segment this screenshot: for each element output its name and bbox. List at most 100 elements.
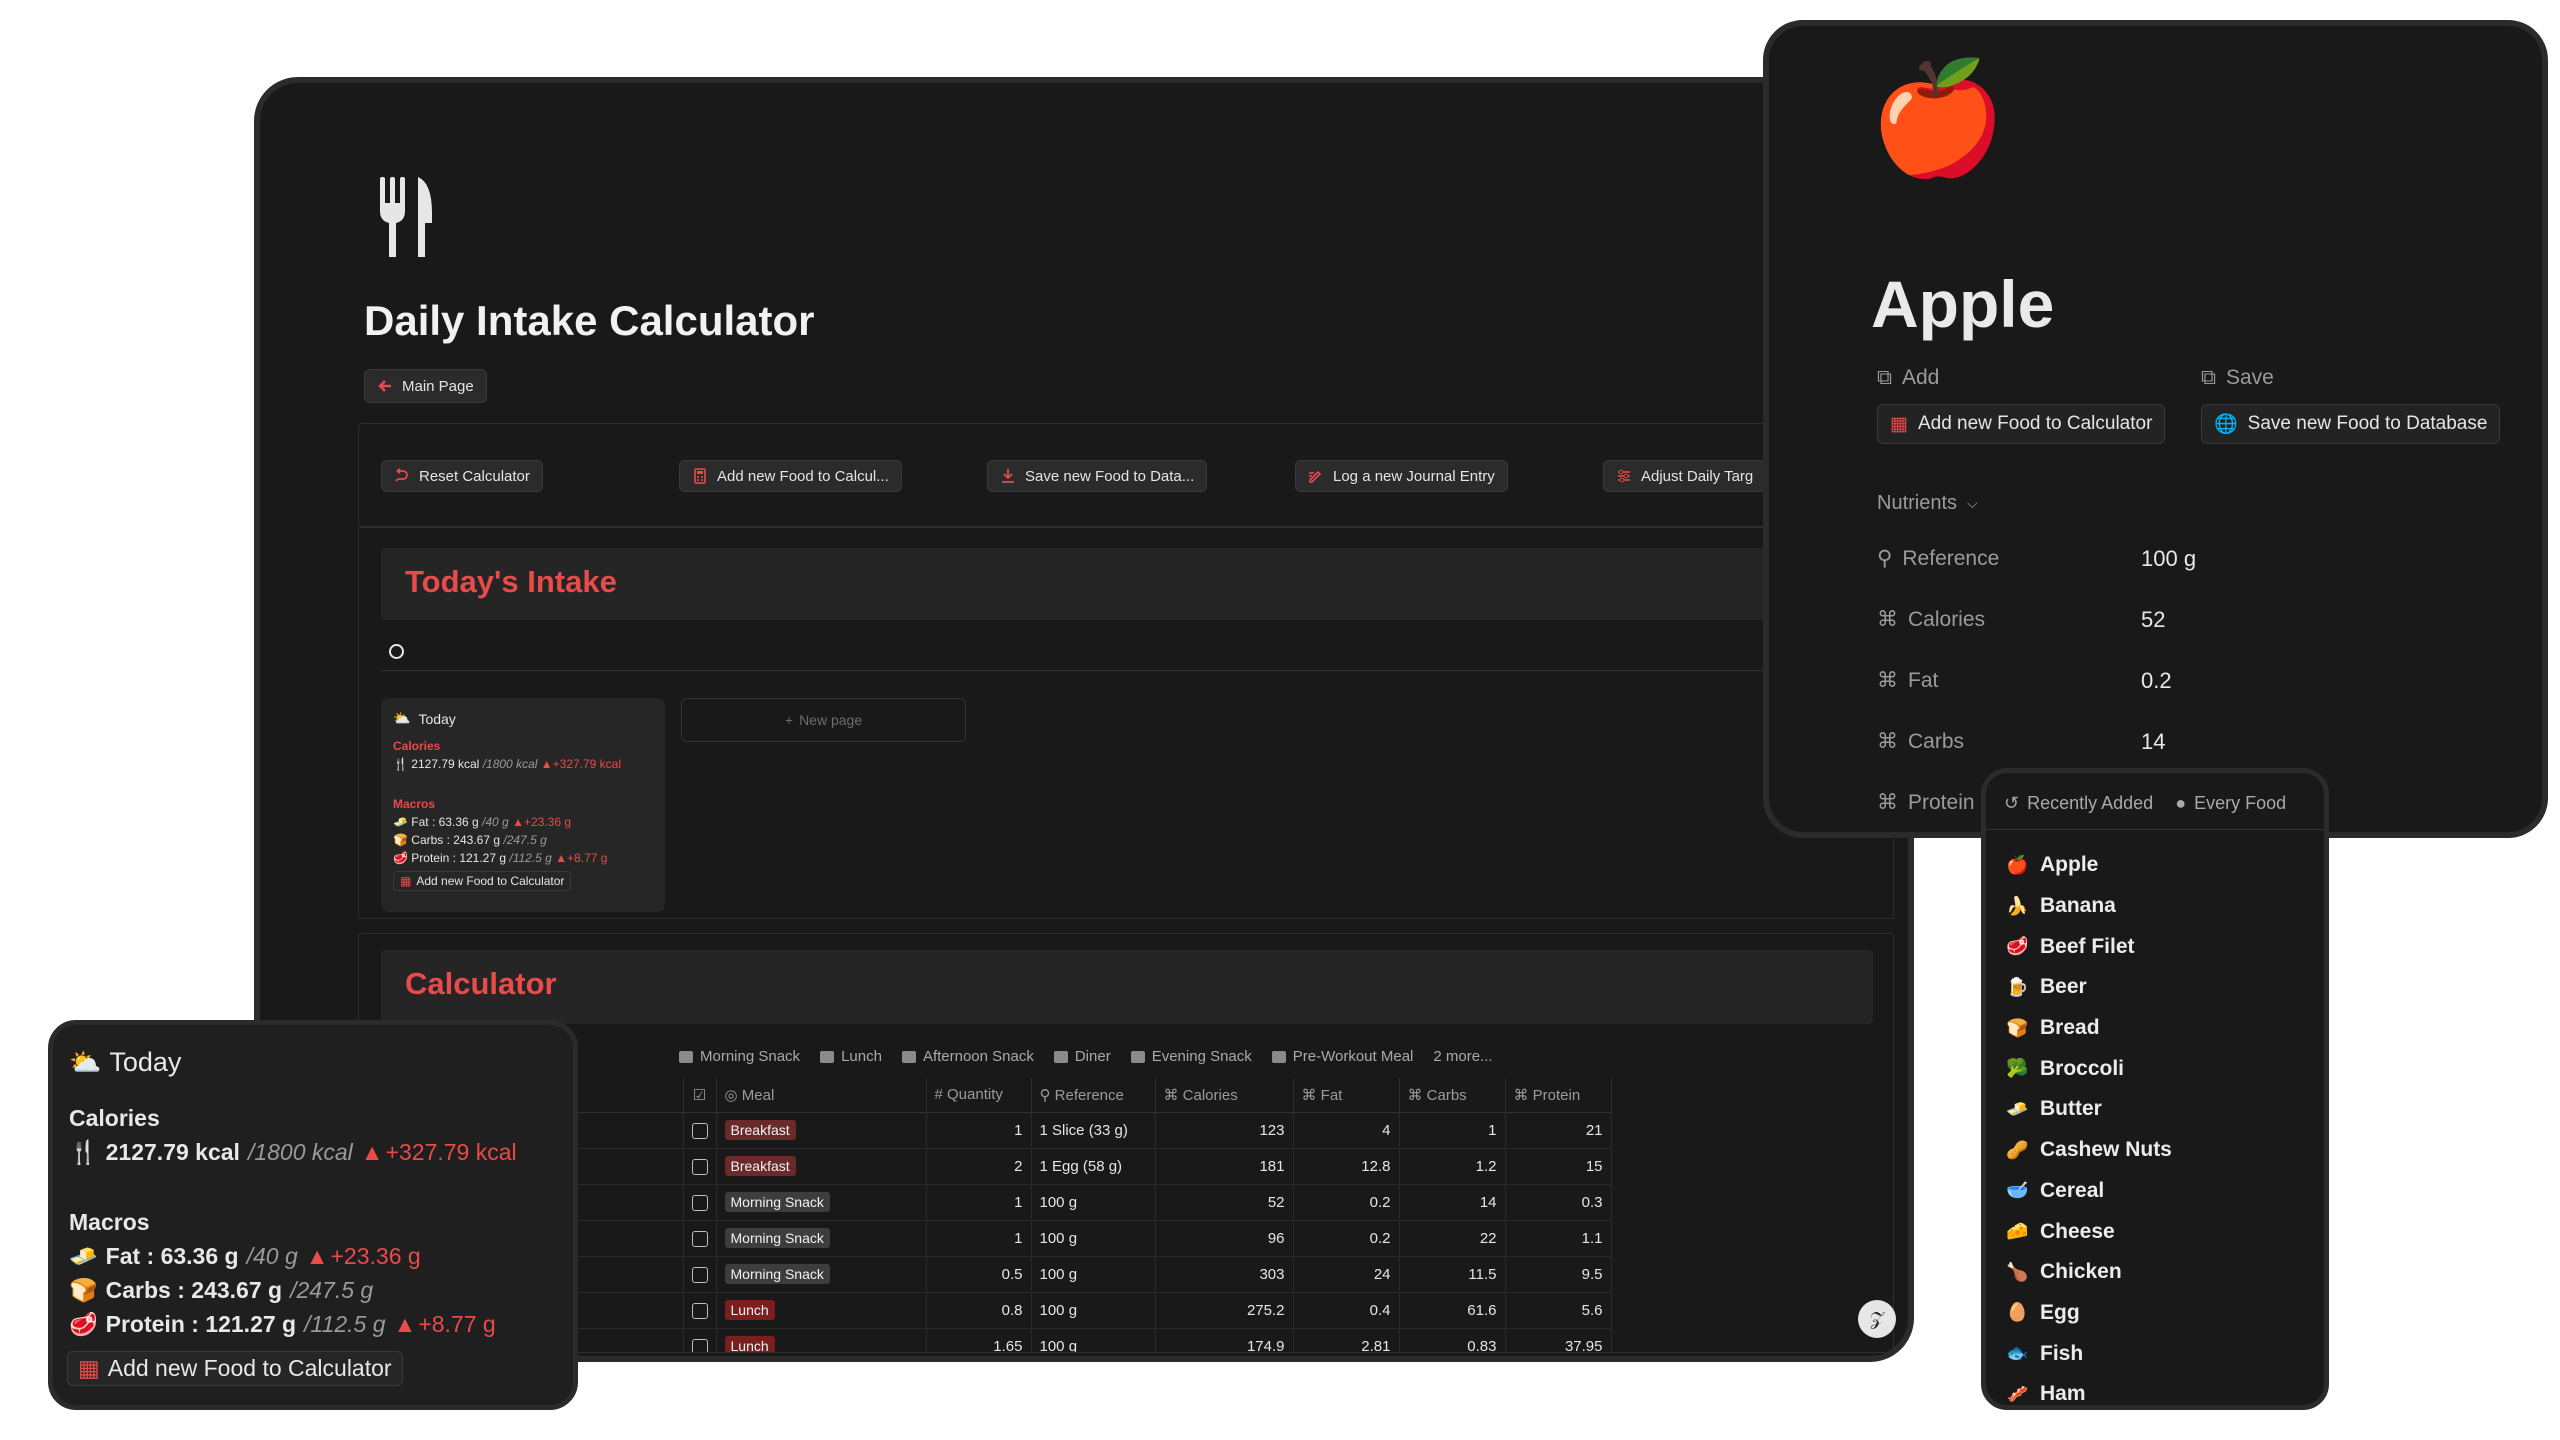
fat-value[interactable]: 0.2 [2141,668,2172,694]
tab-pre-workout-meal[interactable]: Pre-Workout Meal [1271,1048,1413,1065]
column-protein[interactable]: ⌘ Protein [1505,1078,1612,1113]
button-icon: ⧉ [1877,366,1892,389]
quantity-cell[interactable]: 1 [1014,1194,1022,1211]
column-carbs[interactable]: ⌘ Carbs [1399,1078,1506,1113]
save-food-database-button[interactable]: Save new Food to Data... [987,460,1208,492]
food-name: Beef Filet [2040,934,2135,958]
tab-more[interactable]: 2 more... [1433,1048,1492,1065]
column-check[interactable]: ☑ [683,1078,717,1113]
carbs-value[interactable]: 14 [2141,729,2165,755]
view-tabs: Morning Snack Lunch Afternoon Snack Dine… [679,1048,1493,1065]
tab-diner[interactable]: Diner [1053,1048,1111,1065]
meal-tag: Lunch [724,1336,775,1352]
food-icon: 🍗 [2006,1261,2029,1282]
fat-cell: 0.2 [1369,1193,1391,1211]
add-food-calculator-button[interactable]: Add new Food to Calcul... [679,460,902,492]
list-item[interactable]: 🍎 Apple [2006,845,2172,886]
calories-cell: 275.2 [1246,1301,1285,1319]
main-page-link[interactable]: Main Page [364,369,487,403]
column-fat[interactable]: ⌘ Fat [1293,1078,1400,1113]
list-item[interactable]: 🍞 Bread [2006,1008,2172,1049]
list-item[interactable]: 🍌 Banana [2006,886,2172,927]
today-gallery-card[interactable]: ⛅ Today Calories 🍴 2127.79 kcal /1800 kc… [381,698,665,912]
adjust-daily-targets-button[interactable]: Adjust Daily Targ [1603,460,1767,492]
food-name: Banana [2040,894,2116,918]
tab-every-food[interactable]: ● Every Food [2175,793,2286,814]
calories-cell: 303 [1259,1265,1285,1283]
today-add-food-button[interactable]: ▦ Add new Food to Calculator [67,1351,403,1386]
list-item[interactable]: 🥦 Broccoli [2006,1048,2172,1089]
row-checkbox[interactable] [691,1122,708,1139]
tab-afternoon-snack[interactable]: Afternoon Snack [901,1048,1034,1065]
calculator-title: Calculator [405,966,557,1001]
protein-cell: 0.3 [1581,1193,1603,1211]
tab-recently-added[interactable]: ↺ Recently Added [2004,793,2153,814]
nutrients-toggle[interactable]: Nutrients ⌵ [1877,492,1978,515]
new-page-button[interactable]: + New page [681,698,966,742]
list-item[interactable]: 🥓 Ham [2006,1374,2172,1405]
reference-cell[interactable]: 100 g [1040,1302,1078,1319]
card-add-food-button[interactable]: ▦ Add new Food to Calculator [393,871,572,891]
help-button[interactable]: 𝒵 [1858,1300,1896,1338]
quantity-cell[interactable]: 1.65 [993,1338,1022,1353]
database-icon: 🌐 [2214,414,2238,435]
quantity-cell[interactable]: 1 [1014,1230,1022,1247]
reset-calculator-button[interactable]: Reset Calculator [381,460,543,492]
today-carbs-target: /247.5 g [290,1277,374,1303]
reference-cell[interactable]: 1 Slice (33 g) [1040,1122,1128,1139]
quantity-cell[interactable]: 0.8 [1002,1302,1023,1319]
calories-over: +327.79 kcal [552,757,622,771]
row-checkbox[interactable] [691,1230,708,1247]
list-item[interactable]: 🐟 Fish [2006,1333,2172,1374]
list-item[interactable]: 🥣 Cereal [2006,1171,2172,1212]
list-item[interactable]: 🧀 Cheese [2006,1211,2172,1252]
row-checkbox[interactable] [691,1158,708,1175]
tab-morning-snack[interactable]: Morning Snack [679,1048,800,1065]
list-item[interactable]: 🧈 Butter [2006,1089,2172,1130]
row-checkbox[interactable] [691,1266,708,1283]
row-checkbox[interactable] [691,1194,708,1211]
table-icon [1053,1050,1068,1063]
column-quantity[interactable]: # Quantity [926,1078,1032,1113]
reference-cell[interactable]: 100 g [1040,1194,1078,1211]
food-name: Cereal [2040,1178,2105,1202]
column-meal[interactable]: ◎ Meal [716,1078,927,1113]
list-item[interactable]: 🥩 Beef Filet [2006,926,2172,967]
command-icon: ⌘ [1877,669,1898,692]
reference-cell[interactable]: 100 g [1040,1266,1078,1283]
row-checkbox[interactable] [691,1338,708,1352]
log-journal-entry-button[interactable]: Log a new Journal Entry [1295,460,1508,492]
add-property: ⧉ Add [1877,366,1940,389]
log-journal-entry-label: Log a new Journal Entry [1333,467,1495,485]
circle-icon[interactable] [389,644,404,659]
tab-lunch[interactable]: Lunch [820,1048,882,1065]
todays-intake-title: Today's Intake [405,564,617,599]
reference-label: ⚲ Reference [1877,546,2000,571]
apple-save-food-button[interactable]: 🌐 Save new Food to Database [2201,404,2501,444]
apple-add-food-button[interactable]: ▦ Add new Food to Calculator [1877,404,2166,444]
column-calories[interactable]: ⌘ Calories [1155,1078,1294,1113]
quantity-cell[interactable]: 1 [1014,1122,1022,1139]
today-header: ⛅ Today [69,1047,181,1078]
reference-value[interactable]: 100 g [2141,546,2196,572]
list-item[interactable]: 🍺 Beer [2006,967,2172,1008]
row-checkbox[interactable] [691,1302,708,1319]
meal-tag: Breakfast [724,1120,796,1140]
list-item[interactable]: 🍗 Chicken [2006,1252,2172,1293]
macros-label: Macros [393,797,436,811]
quantity-cell[interactable]: 2 [1014,1158,1022,1175]
reference-cell[interactable]: 100 g [1040,1230,1078,1247]
food-name: Egg [2040,1300,2080,1324]
tab-evening-snack[interactable]: Evening Snack [1130,1048,1252,1065]
list-item[interactable]: 🥜 Cashew Nuts [2006,1130,2172,1171]
reference-cell[interactable]: 100 g [1040,1338,1078,1353]
new-page-label: New page [799,712,863,728]
column-reference[interactable]: ⚲ Reference [1031,1078,1156,1113]
list-item[interactable]: 🥚 Egg [2006,1293,2172,1334]
quantity-cell[interactable]: 0.5 [1002,1266,1023,1283]
reference-cell[interactable]: 1 Egg (58 g) [1040,1158,1123,1175]
food-icon: 🐟 [2006,1343,2029,1364]
foods-tabs: ↺ Recently Added ● Every Food [2004,793,2286,814]
calories-value[interactable]: 52 [2141,607,2165,633]
fat-line: 🧈 Fat : 63.36 g /40 g ▲+23.36 g [393,815,653,829]
